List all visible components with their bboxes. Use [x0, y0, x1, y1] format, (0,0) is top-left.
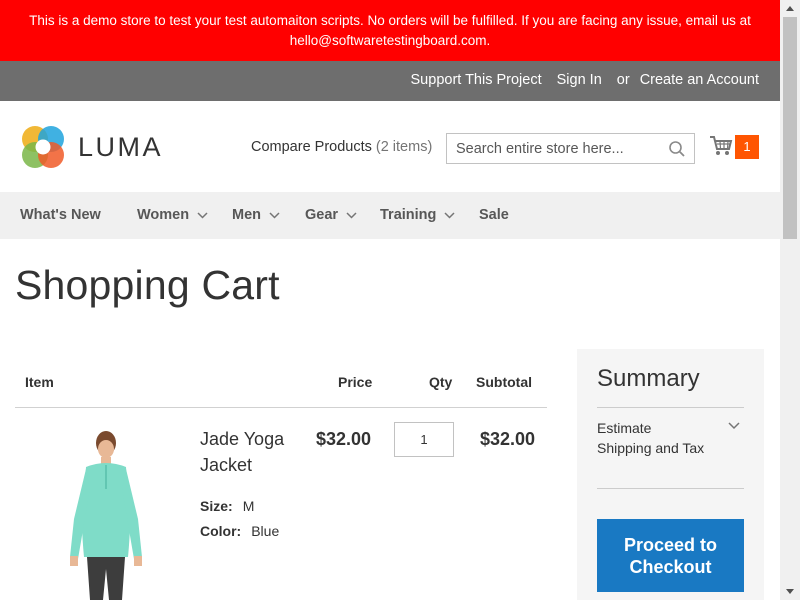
- option-value: Blue: [251, 523, 280, 539]
- luma-logo[interactable]: LUMA: [20, 123, 180, 171]
- summary-divider: [597, 407, 744, 408]
- search-icon[interactable]: [668, 140, 686, 158]
- scroll-down-arrow-icon[interactable]: [780, 583, 800, 600]
- or-text: or: [616, 72, 630, 88]
- product-image[interactable]: [56, 429, 156, 600]
- search-box: [446, 133, 695, 164]
- estimate-shipping-toggle[interactable]: Estimate Shipping and Tax: [597, 418, 707, 458]
- compare-products-link[interactable]: Compare Products (2 items): [251, 139, 432, 155]
- cart-icon[interactable]: [709, 134, 733, 158]
- compare-products-count: (2 items): [375, 139, 433, 155]
- page-title: Shopping Cart: [15, 262, 280, 308]
- support-project-link[interactable]: Support This Project: [411, 72, 542, 88]
- col-header-subtotal: Subtotal: [476, 374, 532, 390]
- nav-item-men[interactable]: Men: [232, 207, 280, 223]
- col-header-qty: Qty: [429, 374, 453, 390]
- option-label: Color:: [200, 523, 242, 539]
- col-header-item: Item: [25, 374, 54, 390]
- quantity-input[interactable]: 1: [394, 422, 454, 457]
- col-header-price: Price: [338, 374, 373, 390]
- product-subtotal: $32.00: [480, 429, 536, 449]
- scrollbar-thumb[interactable]: [783, 17, 797, 239]
- nav-item-label: Sale: [479, 207, 509, 223]
- chevron-down-icon[interactable]: [728, 422, 740, 430]
- nav-item-training[interactable]: Training: [380, 207, 455, 223]
- page: This is a demo store to test your test a…: [0, 0, 780, 600]
- product-option-color: Color: Blue: [200, 523, 279, 539]
- product-name-link[interactable]: Jade Yoga Jacket: [200, 426, 300, 478]
- compare-products-label: Compare Products: [251, 139, 372, 155]
- nav-item-label: What's New: [20, 207, 101, 223]
- main-nav: What's New Women Men Gear Training Sale: [0, 192, 780, 239]
- summary-title: Summary: [597, 365, 700, 392]
- summary-divider: [597, 488, 744, 489]
- create-account-link[interactable]: Create an Account: [640, 72, 759, 88]
- cart-summary: Summary Estimate Shipping and Tax Procee…: [577, 349, 764, 600]
- proceed-to-checkout-button[interactable]: Proceed to Checkout: [597, 519, 744, 592]
- cart-table-header: Item Price Qty Subtotal: [15, 373, 547, 408]
- chevron-down-icon: [197, 211, 208, 219]
- nav-item-label: Training: [380, 207, 437, 223]
- cart-count-badge[interactable]: 1: [735, 135, 759, 159]
- product-option-size: Size: M: [200, 498, 254, 514]
- demo-notice-text: This is a demo store to test your test a…: [29, 13, 751, 48]
- sign-in-link[interactable]: Sign In: [557, 72, 602, 88]
- nav-item-gear[interactable]: Gear: [305, 207, 357, 223]
- nav-item-label: Women: [137, 207, 190, 223]
- top-links-bar: Support This Project Sign In or Create a…: [0, 61, 780, 101]
- scroll-up-arrow-icon[interactable]: [780, 0, 800, 17]
- nav-item-label: Gear: [305, 207, 339, 223]
- option-value: M: [242, 498, 255, 514]
- chevron-down-icon: [346, 211, 357, 219]
- logo-text: LUMA: [78, 131, 164, 162]
- site-header: LUMA Compare Products(2 items) 1: [0, 101, 780, 192]
- option-label: Size:: [200, 498, 233, 514]
- luma-logo-icon: [22, 126, 64, 168]
- search-input[interactable]: [447, 134, 662, 163]
- product-price: $32.00: [316, 429, 372, 449]
- chevron-down-icon: [444, 211, 455, 219]
- top-links: Support This Project Sign In or Create a…: [411, 72, 759, 88]
- page-scrollbar[interactable]: [780, 0, 800, 600]
- nav-item-whats-new[interactable]: What's New: [20, 207, 101, 223]
- chevron-down-icon: [269, 211, 280, 219]
- nav-item-women[interactable]: Women: [137, 207, 208, 223]
- nav-item-sale[interactable]: Sale: [479, 207, 509, 223]
- demo-notice-banner: This is a demo store to test your test a…: [0, 0, 780, 61]
- nav-item-label: Men: [232, 207, 261, 223]
